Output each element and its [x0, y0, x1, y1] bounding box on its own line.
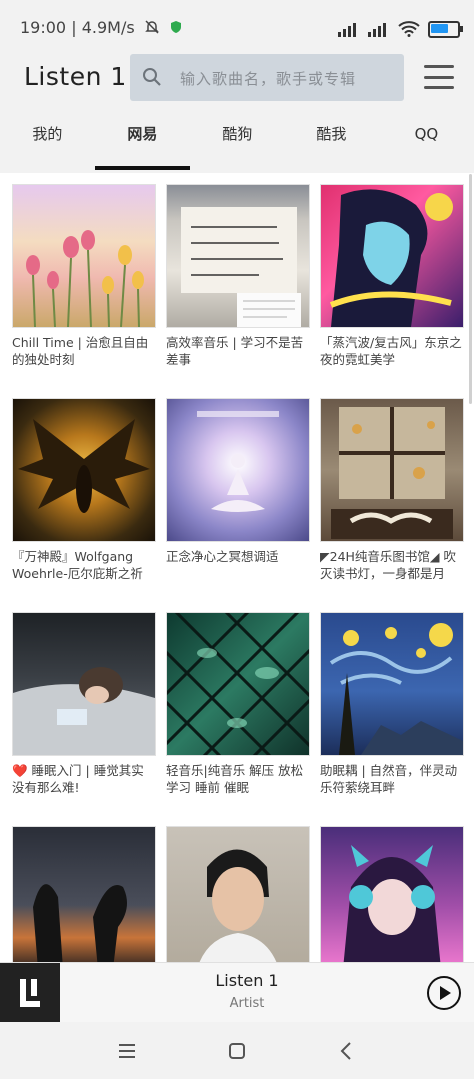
- playlist-title: ◤24H纯音乐图书馆◢ 吹灭读书灯，一身都是月: [320, 549, 457, 581]
- app-logo-icon: [0, 963, 60, 1023]
- playlist-title: 正念净心之冥想调适: [166, 549, 279, 564]
- starry-night-icon[interactable]: [320, 612, 464, 756]
- sunset-silhouette-icon[interactable]: [12, 826, 156, 962]
- scrollbar[interactable]: [469, 174, 472, 404]
- anime-headphones-icon[interactable]: [320, 826, 464, 962]
- search-box[interactable]: [130, 54, 404, 103]
- signal-icon: [368, 21, 390, 37]
- mini-player[interactable]: Listen 1 Artist: [0, 962, 474, 1023]
- playlist-card[interactable]: 轻音乐|纯音乐 解压 放松 学习 睡前 催眠: [166, 612, 310, 798]
- playlist-title: Chill Time | 治愈且自由的独处时刻: [12, 335, 149, 367]
- retro-anime-girl-icon[interactable]: [320, 184, 464, 328]
- search-input[interactable]: [178, 54, 398, 103]
- playlist-title: 「蒸汽波/复古风」东京之夜的霓虹美学: [320, 335, 462, 367]
- now-playing-artist: Artist: [229, 996, 265, 1011]
- playlist-card[interactable]: 助眠耦 | 自然音，伴灵动乐符萦绕耳畔: [320, 612, 464, 798]
- playlist-card[interactable]: [166, 826, 310, 962]
- battery-icon: [428, 20, 463, 38]
- playlist-card[interactable]: 高效率音乐 | 学习不是苦差事: [166, 184, 310, 370]
- playlist-card[interactable]: [12, 826, 156, 962]
- playlist-title: ❤️ 睡眠入门 | 睡觉其实没有那么难!: [12, 763, 144, 795]
- playlist-grid: Chill Time | 治愈且自由的独处时刻 高效率音乐 | 学习不是苦差事 …: [0, 174, 474, 962]
- recent-apps-icon[interactable]: [116, 1040, 138, 1062]
- meditation-icon[interactable]: [166, 398, 310, 542]
- network-speed: 4.9M/s: [81, 18, 135, 37]
- sleeping-girl-icon[interactable]: [12, 612, 156, 756]
- playlist-title: 『万神殿』Wolfgang Woehrle-厄尔庇斯之祈: [12, 549, 143, 581]
- playlist-card[interactable]: 「蒸汽波/复古风」东京之夜的霓虹美学: [320, 184, 464, 370]
- playlist-title: 高效率音乐 | 学习不是苦差事: [166, 335, 304, 367]
- app-header: Listen 1: [0, 54, 474, 114]
- singer-portrait-icon[interactable]: [166, 826, 310, 962]
- app-title: Listen 1: [24, 62, 127, 91]
- playlist-title: 助眠耦 | 自然音，伴灵动乐符萦绕耳畔: [320, 763, 458, 795]
- tab-netease[interactable]: 网易: [95, 113, 190, 173]
- playlist-card[interactable]: [320, 826, 464, 962]
- status-time: 19:00 | 4.9M/s: [20, 18, 183, 37]
- play-icon[interactable]: [427, 976, 461, 1010]
- leaf-lattice-icon[interactable]: [166, 612, 310, 756]
- now-playing-title: Listen 1: [215, 971, 279, 990]
- shield-icon: [170, 21, 181, 33]
- mute-bell-icon: [144, 20, 159, 34]
- wifi-icon: [398, 21, 420, 37]
- tab-qq[interactable]: QQ: [379, 113, 474, 173]
- tulip-field-icon[interactable]: [12, 184, 156, 328]
- window-books-icon[interactable]: [320, 398, 464, 542]
- status-separator: |: [71, 18, 77, 37]
- back-icon[interactable]: [336, 1040, 358, 1062]
- home-icon[interactable]: [226, 1040, 248, 1062]
- winged-figure-icon[interactable]: [12, 398, 156, 542]
- handwritten-note-icon[interactable]: [166, 184, 310, 328]
- tab-kuwo[interactable]: 酷我: [284, 113, 379, 173]
- playlist-title: 轻音乐|纯音乐 解压 放松 学习 睡前 催眠: [166, 763, 304, 795]
- status-bar: 19:00 | 4.9M/s: [0, 0, 474, 58]
- playlist-card[interactable]: Chill Time | 治愈且自由的独处时刻: [12, 184, 156, 370]
- search-icon[interactable]: [142, 67, 162, 87]
- tab-my[interactable]: 我的: [0, 113, 95, 173]
- signal-icon: [338, 21, 360, 37]
- playlist-card[interactable]: ❤️ 睡眠入门 | 睡觉其实没有那么难!: [12, 612, 156, 798]
- playlist-card[interactable]: 正念净心之冥想调适: [166, 398, 310, 584]
- tab-kugou[interactable]: 酷狗: [190, 113, 285, 173]
- source-tabs: 我的 网易 酷狗 酷我 QQ: [0, 113, 474, 173]
- active-tab-indicator: [95, 166, 190, 170]
- system-nav-bar: [0, 1022, 474, 1079]
- playlist-card[interactable]: ◤24H纯音乐图书馆◢ 吹灭读书灯，一身都是月: [320, 398, 464, 584]
- menu-icon[interactable]: [424, 65, 454, 89]
- playlist-card[interactable]: 『万神殿』Wolfgang Woehrle-厄尔庇斯之祈: [12, 398, 156, 584]
- clock-text: 19:00: [20, 18, 67, 37]
